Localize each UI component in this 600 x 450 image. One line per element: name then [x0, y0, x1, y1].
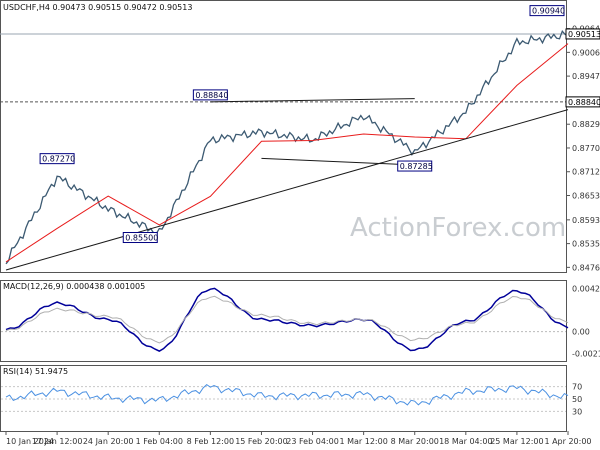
level-price-label: 0.88840: [568, 98, 600, 107]
price-flag-label: 0.87285: [400, 162, 433, 171]
price-tick-label: 0.85935: [572, 216, 600, 225]
price-flag-label: 0.88840: [195, 91, 228, 100]
price-tick-label: 0.85350: [572, 240, 600, 249]
price-flag-label: 0.85500: [125, 234, 158, 243]
time-tick-label: 23 Feb 04:00: [286, 437, 338, 446]
macd-tick-label: -0.002142: [572, 349, 600, 358]
time-tick-label: 1 Mar 12:00: [339, 437, 387, 446]
main-chart-title: USDCHF,H4 0.90473 0.90515 0.90472 0.9051…: [3, 3, 192, 12]
price-tick-label: 0.86535: [572, 191, 600, 200]
time-tick-label: 24 Jan 20:00: [83, 437, 134, 446]
price-tick-label: 0.87120: [572, 168, 600, 177]
rsi-tick-label: 30: [572, 407, 582, 416]
price-tick-label: 0.89475: [572, 72, 600, 81]
macd-title: MACD(12,26,9) 0.000438 0.001005: [3, 282, 145, 291]
price-tick-label: 0.84765: [572, 263, 600, 272]
price-tick-label: 0.87705: [572, 144, 600, 153]
current-price-label: 0.90513: [568, 30, 600, 39]
price-tick-label: 0.88290: [572, 120, 600, 129]
time-tick-label: 8 Mar 20:00: [391, 437, 439, 446]
price-tick-label: 0.90060: [572, 48, 600, 57]
price-flag-label: 0.90940: [532, 7, 565, 16]
time-tick-label: 18 Mar 04:00: [439, 437, 492, 446]
price-flag-label: 0.87270: [42, 155, 75, 164]
time-tick-label: 8 Feb 12:00: [187, 437, 234, 446]
rsi-tick-label: 70: [572, 383, 582, 392]
macd-tick-label: 0.00: [572, 328, 590, 337]
time-tick-label: 1 Apr 20:00: [544, 437, 591, 446]
macd-tick-label: 0.004237: [572, 285, 600, 294]
chart-svg: ActionForex.com 0.85500 0.87270 0.88840 0.8…: [0, 0, 600, 450]
time-tick-label: 17 Jan 12:00: [32, 437, 83, 446]
time-tick-label: 15 Feb 20:00: [235, 437, 287, 446]
watermark: ActionForex.com: [350, 213, 566, 243]
time-tick-label: 1 Feb 04:00: [136, 437, 183, 446]
chart-window: ActionForex.com 0.85500 0.87270 0.88840 0.8…: [0, 0, 600, 450]
rsi-title: RSI(14) 51.9475: [3, 367, 68, 376]
time-tick-label: 25 Mar 12:00: [490, 437, 543, 446]
rsi-tick-label: 50: [572, 395, 582, 404]
